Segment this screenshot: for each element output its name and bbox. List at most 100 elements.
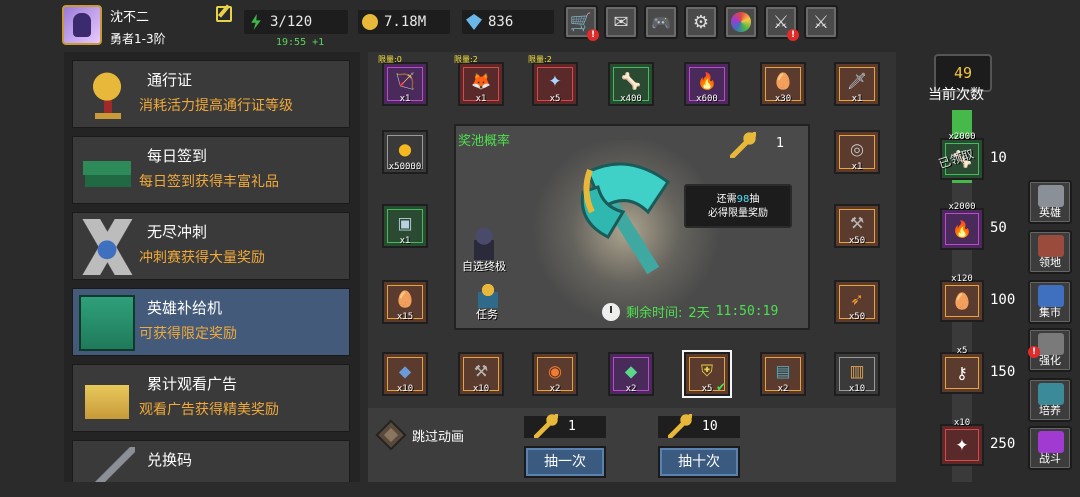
reward-cell[interactable]: 🏹 x1 限量:0 <box>378 55 428 106</box>
reward-cell[interactable]: 🦊 x1 限量:2 <box>454 55 504 106</box>
broken-sword-icon: ⚔ <box>772 11 790 33</box>
item-quantity: x1 <box>851 162 863 172</box>
reward-cell[interactable]: ➶ x50 <box>834 280 880 324</box>
menu-item-desc: 每日签到获得丰富礼品 <box>139 174 279 190</box>
gold-counter: 7.18M <box>358 10 450 34</box>
skip-animation-checkbox[interactable] <box>375 419 407 451</box>
reward-cell[interactable]: ● x50000 <box>382 130 428 174</box>
reward-cell[interactable]: ◎ x1 <box>834 130 880 174</box>
flame-gem-icon: 🔥 <box>952 219 972 239</box>
menu-item-watch-ads[interactable]: 累计观看广告 观看广告获得精美奖励 <box>72 364 350 432</box>
gamepad-button[interactable]: 🎮 <box>644 5 678 39</box>
item-quantity: x10 <box>396 384 414 394</box>
ten-cost-value: 10 <box>702 419 718 434</box>
golden-egg-icon: 🥚 <box>773 71 793 91</box>
reward-cell[interactable]: 🥚 x15 <box>382 280 428 324</box>
player-name: 沈不二 <box>110 10 150 25</box>
gamepad-icon: 🎮 <box>651 12 671 32</box>
menu-item-endless-sprint[interactable]: 无尽冲刺 冲刺赛获得大量奖励 <box>72 212 350 280</box>
item-quantity: x30 <box>774 94 792 104</box>
side-nav-1[interactable]: 领地 <box>1028 230 1072 274</box>
tooltip-guarantee-text: 必得限量奖励 <box>708 208 768 219</box>
milestone-threshold: 150 <box>990 364 1016 380</box>
limit-badge: 限量:2 <box>454 55 478 64</box>
menu-item-title: 每日签到 <box>147 147 208 165</box>
milestone-threshold: 10 <box>990 150 1007 166</box>
side-nav-4[interactable]: 培养 <box>1028 378 1072 422</box>
side-nav-2[interactable]: 集市 <box>1028 280 1072 324</box>
reward-cell[interactable]: 🦴 x400 <box>608 62 654 106</box>
side-nav-label: 战斗 <box>1039 452 1061 465</box>
item-quantity: x1 <box>475 94 487 104</box>
milestone-quantity: x2000 <box>948 202 976 212</box>
reward-cell[interactable]: ⛨ x5 ✔ <box>684 352 730 396</box>
reward-cell[interactable]: ◆ x2 <box>608 352 654 396</box>
crossed-swords-button[interactable]: ⚔ <box>804 5 838 39</box>
broken-sword-button[interactable]: ⚔ ! <box>764 5 799 41</box>
side-nav-0[interactable]: 英雄 <box>1028 180 1072 224</box>
dark-knight-icon[interactable] <box>466 226 502 260</box>
player-avatar[interactable] <box>62 5 102 45</box>
item-quantity: x2 <box>777 384 789 394</box>
treasure-chest-icon: ▣ <box>397 213 413 233</box>
reward-cell[interactable]: 🥚 x30 <box>760 62 806 106</box>
reward-cell[interactable]: ◉ x2 <box>532 352 578 396</box>
pool-odds-link[interactable]: 奖池概率 <box>458 130 510 149</box>
treasure-chest-icon <box>79 371 135 427</box>
timer-value: 11:50:19 <box>715 304 779 319</box>
milestone-threshold: 100 <box>990 292 1016 308</box>
milestone-reward[interactable]: 🔥 x2000 <box>940 202 984 250</box>
reward-cell[interactable]: ▣ x1 <box>382 204 428 248</box>
energy-timer: 19:55 +1 <box>276 37 325 48</box>
energy-icon <box>251 14 261 30</box>
draw-once-button[interactable]: 抽一次 <box>524 446 606 478</box>
quest-hero-icon[interactable] <box>472 278 504 308</box>
menu-item-redeem-code[interactable]: 兑换码 <box>72 440 350 482</box>
side-nav-5[interactable]: 战斗 <box>1028 426 1072 470</box>
dagger-icon: 🗡 <box>846 71 868 91</box>
color-wheel-button[interactable] <box>724 5 758 39</box>
milestone-quantity: x5 <box>956 346 968 356</box>
supply-machine-panel: 🏹 x1 限量:0 🦊 x1 限量:2 ✦ x5 限量:2 🦴 x400 🔥 x600 🥚 x30 🗡 x1 ● x… <box>368 52 896 482</box>
menu-item-pass[interactable]: 通行证 消耗活力提高通行证等级 <box>72 60 350 128</box>
reward-cell[interactable]: ⚒ x50 <box>834 204 880 248</box>
gear-icon: ⚙ <box>692 11 710 33</box>
skip-animation-label[interactable]: 跳过动画 <box>412 426 464 445</box>
milestone-reward[interactable]: ✦ x10 <box>940 418 984 466</box>
item-quantity: x15 <box>396 312 414 322</box>
edit-icon[interactable] <box>216 6 232 22</box>
crystal-icon: ✦ <box>955 435 969 455</box>
broken-sword-alert-icon: ! <box>787 29 799 41</box>
ultimate-axe-icon <box>580 162 671 275</box>
reward-cell[interactable]: ✦ x5 限量:2 <box>528 55 578 106</box>
item-quantity: x1 <box>399 94 411 104</box>
energy-value: 3/120 <box>270 14 313 30</box>
side-nav-label: 英雄 <box>1039 206 1061 219</box>
shop-button[interactable]: 🛒 ! <box>564 5 599 41</box>
mail-button[interactable]: ✉ <box>604 5 638 39</box>
shield-icon: ⛨ <box>700 360 714 380</box>
golden-egg-icon: 🥚 <box>952 291 972 311</box>
milestone-reward[interactable]: 🦴 x2000 已领取 <box>937 132 984 180</box>
menu-item-title: 无尽冲刺 <box>147 223 208 241</box>
menu-item-title: 兑换码 <box>147 451 193 469</box>
milestone-reward[interactable]: 🥚 x120 <box>940 274 984 322</box>
reward-cell[interactable]: ▥ x10 <box>834 352 880 396</box>
menu-item-desc: 观看广告获得精美奖励 <box>139 402 279 418</box>
reward-cell[interactable]: ▤ x2 <box>760 352 806 396</box>
reward-cell[interactable]: 🗡 x1 <box>834 62 880 106</box>
milestone-reward[interactable]: ⚷ x5 <box>940 346 984 394</box>
draw-ten-button[interactable]: 抽十次 <box>658 446 740 478</box>
side-nav-3[interactable]: 强化! <box>1028 328 1072 372</box>
menu-item-hero-supply[interactable]: 英雄补给机 可获得限定奖励 <box>72 288 350 356</box>
reward-cell[interactable]: ⚒ x10 <box>458 352 504 396</box>
settings-button[interactable]: ⚙ <box>684 5 718 39</box>
menu-item-title: 英雄补给机 <box>147 299 223 317</box>
skill-book-icon: ▤ <box>775 361 791 381</box>
limit-badge: 限量:2 <box>528 55 552 64</box>
reward-cell[interactable]: 🔥 x600 <box>684 62 730 106</box>
item-quantity: x10 <box>848 384 866 394</box>
reward-cell[interactable]: ◆ x10 <box>382 352 428 396</box>
menu-item-daily-checkin[interactable]: 每日签到 每日签到获得丰富礼品 <box>72 136 350 204</box>
winged-crest-icon <box>79 219 135 275</box>
